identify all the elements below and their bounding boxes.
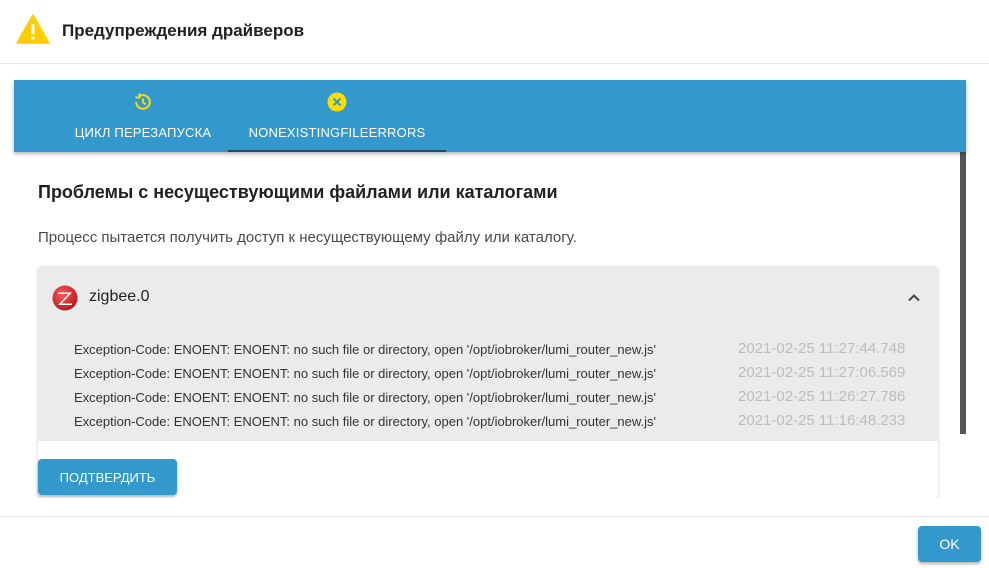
message-time: 2021-02-25 11:26:27.786	[738, 388, 906, 405]
warning-icon	[16, 14, 50, 44]
message-text: Exception-Code: ENOENT: ENOENT: no such …	[74, 342, 657, 357]
message-time: 2021-02-25 11:27:44.748	[738, 340, 906, 357]
dialog-footer: OK	[0, 516, 989, 568]
message-list: Exception-Code: ENOENT: ENOENT: no such …	[38, 338, 938, 434]
scrollbar-thumb[interactable]	[960, 152, 966, 434]
tabs-bar: ЦИКЛ ПЕРЕЗАПУСКА NONEXISTINGFILEERRORS	[14, 80, 966, 152]
adapter-panel: zigbee.0 Exception-Code: ENOENT: ENOENT:…	[38, 266, 938, 498]
driver-warnings-dialog: Предупреждения драйверов ЦИКЛ ПЕРЕЗАПУСК…	[0, 0, 989, 568]
message-row: Exception-Code: ENOENT: ENOENT: no such …	[38, 410, 938, 434]
message-text: Exception-Code: ENOENT: ENOENT: no such …	[74, 390, 657, 405]
tab-content: Проблемы с несуществующими файлами или к…	[14, 152, 966, 498]
tab-label: ЦИКЛ ПЕРЕЗАПУСКА	[74, 125, 212, 140]
message-time: 2021-02-25 11:16:48.233	[738, 412, 906, 429]
message-text: Exception-Code: ENOENT: ENOENT: no such …	[74, 414, 657, 429]
message-time: 2021-02-25 11:27:06.569	[738, 364, 906, 381]
adapter-panel-body: zigbee.0 Exception-Code: ENOENT: ENOENT:…	[38, 266, 938, 441]
message-row: Exception-Code: ENOENT: ENOENT: no such …	[38, 386, 938, 410]
tab-label: NONEXISTINGFILEERRORS	[248, 125, 426, 140]
tab-restart-loop[interactable]: ЦИКЛ ПЕРЕЗАПУСКА	[58, 80, 228, 152]
message-row: Exception-Code: ENOENT: ENOENT: no such …	[38, 338, 938, 362]
restart-clock-icon	[135, 93, 151, 110]
close-circle-icon	[327, 92, 347, 112]
confirm-button[interactable]: Подтвердить	[38, 459, 177, 495]
dialog-title: Предупреждения драйверов	[62, 21, 305, 40]
message-text: Exception-Code: ENOENT: ENOENT: no such …	[74, 366, 657, 381]
adapter-name: zigbee.0	[89, 288, 150, 305]
scrollbar[interactable]	[960, 152, 966, 498]
tab-nonexisting-file-errors[interactable]: NONEXISTINGFILEERRORS	[228, 80, 446, 152]
active-tab-indicator	[228, 150, 446, 152]
section-title: Проблемы с несуществующими файлами или к…	[38, 182, 558, 202]
chevron-up-icon[interactable]	[904, 288, 924, 308]
zigbee-logo-icon	[52, 285, 78, 311]
dialog-header: Предупреждения драйверов	[0, 0, 989, 64]
section-description: Процесс пытается получить доступ к несущ…	[38, 229, 577, 246]
ok-button[interactable]: OK	[918, 526, 981, 562]
message-row: Exception-Code: ENOENT: ENOENT: no such …	[38, 362, 938, 386]
